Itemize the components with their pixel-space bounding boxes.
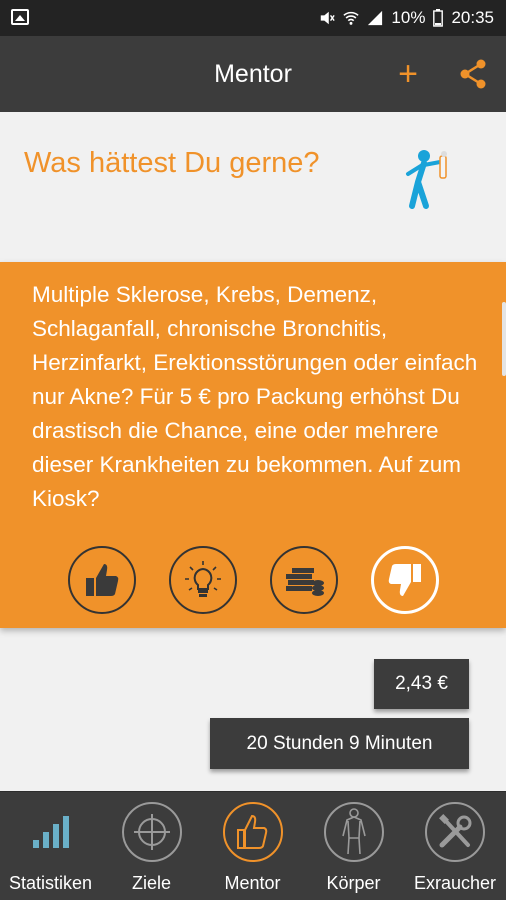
mentor-message: Multiple Sklerose, Krebs, Demenz, Schlag…	[32, 282, 478, 511]
lightbulb-icon	[185, 561, 221, 597]
mentor-card: Multiple Sklerose, Krebs, Demenz, Schlag…	[0, 262, 506, 628]
nav-label: Statistiken	[8, 873, 93, 893]
nav-label: Exraucher	[413, 873, 497, 893]
nav-label: Mentor	[224, 873, 281, 893]
thumbs-down-icon	[388, 564, 421, 596]
nav-item-ziele[interactable]: Ziele	[101, 792, 202, 900]
thumbs-down-button[interactable]	[371, 546, 439, 614]
nav-item-statistiken[interactable]: Statistiken	[0, 792, 101, 900]
nav-icon-wrap	[121, 802, 182, 862]
person-icon	[406, 150, 447, 209]
question-heading: Was hättest Du gerne?	[24, 147, 320, 179]
smoke-free-duration: 20 Stunden 9 Minuten	[210, 718, 469, 769]
savings-amount: 2,43 €	[374, 659, 469, 709]
nav-icon-wrap	[425, 802, 485, 862]
nav-item-exraucher[interactable]: Exraucher	[404, 792, 506, 900]
mute-icon	[321, 11, 336, 25]
share-icon[interactable]	[458, 58, 488, 90]
plus-icon[interactable]: +	[392, 54, 424, 94]
battery-icon	[433, 9, 444, 27]
page-title: Mentor	[214, 60, 292, 88]
nav-icon-wrap	[21, 802, 81, 862]
gallery-icon	[11, 9, 29, 25]
wifi-icon	[343, 11, 360, 25]
clock: 20:35	[451, 8, 494, 27]
nav-item-koerper[interactable]: Körper	[303, 792, 404, 900]
battery-level: 10%	[391, 8, 426, 27]
status-icons: 10% 20:35	[319, 8, 494, 28]
money-icon	[286, 568, 324, 596]
bottom-nav: Statistiken Ziele Mentor Körper Exrauche…	[0, 791, 506, 900]
thumbs-up-button[interactable]	[68, 546, 136, 614]
action-row	[0, 546, 506, 616]
thumbs-up-icon	[86, 564, 119, 596]
app-header: Mentor +	[0, 36, 506, 112]
crosshair-icon	[133, 814, 170, 850]
nav-label: Körper	[326, 873, 381, 893]
signal-icon	[368, 10, 383, 26]
scrollbar[interactable]	[502, 302, 506, 376]
status-bar: 10% 20:35	[0, 0, 506, 36]
nav-icon-wrap	[323, 802, 384, 862]
tools-icon	[439, 814, 472, 848]
lightbulb-button[interactable]	[169, 546, 237, 614]
body-icon	[341, 808, 366, 855]
nav-label: Ziele	[131, 873, 171, 893]
bar-chart-icon	[32, 816, 69, 848]
money-button[interactable]	[270, 546, 338, 614]
nav-item-mentor[interactable]: Mentor	[202, 792, 303, 900]
thumbs-up-icon	[236, 814, 267, 849]
nav-icon-wrap	[222, 802, 283, 862]
